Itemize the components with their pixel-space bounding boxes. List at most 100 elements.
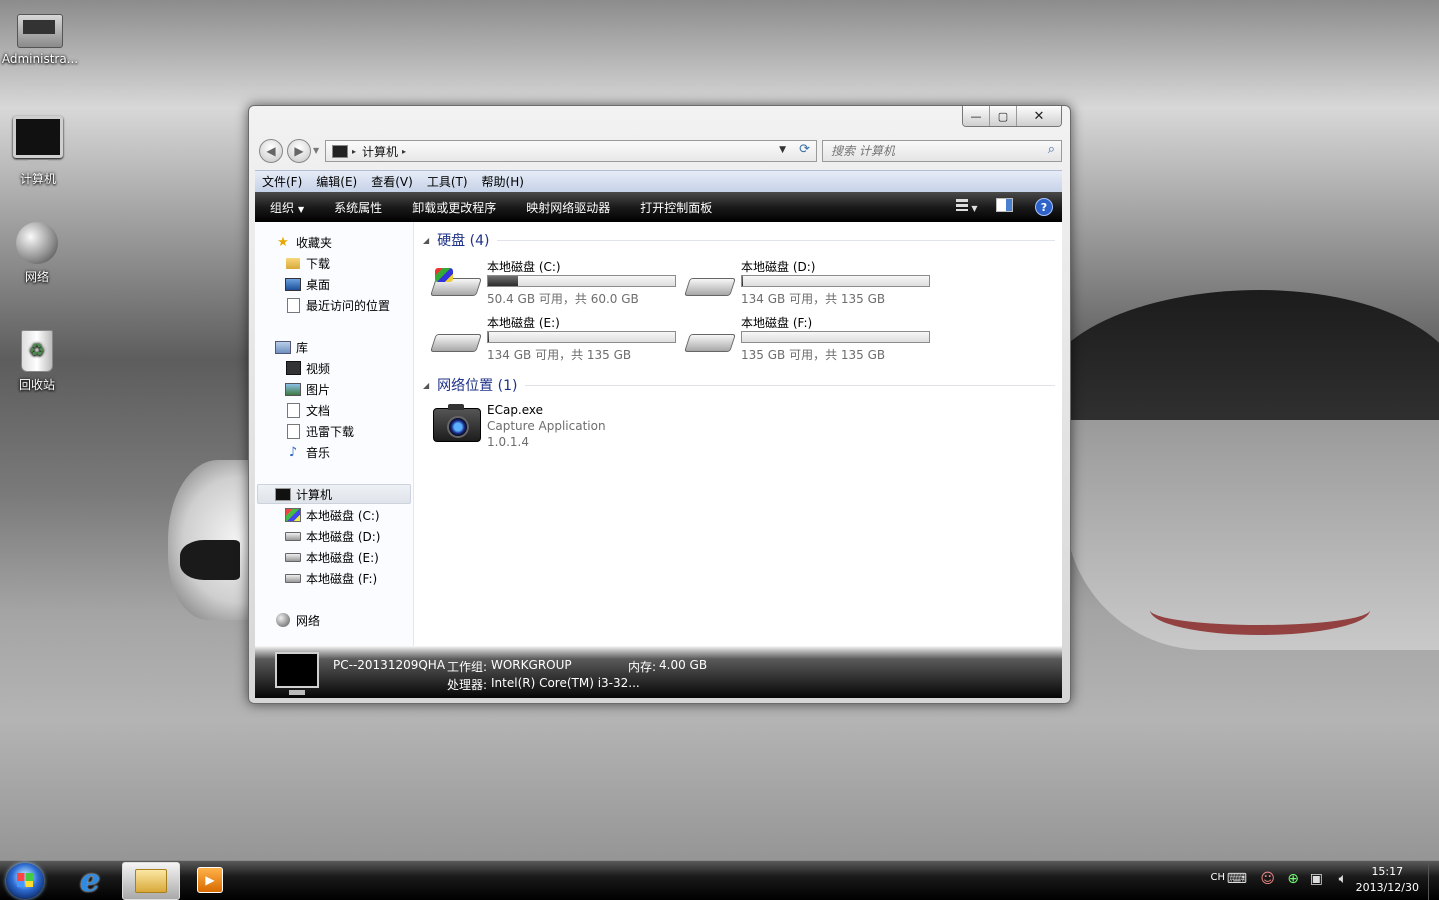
nav-item-drive-d[interactable]: 本地磁盘 (D:)	[285, 526, 380, 546]
drive-free-space: 134 GB 可用，共 135 GB	[741, 292, 886, 306]
preview-pane-button[interactable]	[982, 198, 1026, 216]
collapse-triangle-icon[interactable]: ◢	[423, 236, 429, 245]
menu-file[interactable]: 文件(F)	[255, 173, 309, 190]
collapse-triangle-icon[interactable]: ◢	[423, 381, 429, 390]
recent-pages-dropdown[interactable]: ▼	[313, 146, 319, 155]
menu-view[interactable]: 查看(V)	[364, 173, 420, 190]
taskbar-media-player[interactable]: ▶	[182, 862, 238, 898]
nav-favorites[interactable]: ★ 收藏夹	[275, 232, 332, 252]
search-icon[interactable]: ⌕	[1048, 142, 1055, 157]
nav-network[interactable]: 网络	[275, 610, 320, 630]
uninstall-program-button[interactable]: 卸载或更改程序	[397, 199, 511, 216]
search-input[interactable]	[829, 143, 1033, 159]
nav-item-recent-places[interactable]: 最近访问的位置	[285, 295, 390, 315]
drive-tile[interactable]: 本地磁盘 (D:) 134 GB 可用，共 135 GB	[684, 258, 937, 306]
drive-free-space: 135 GB 可用，共 135 GB	[741, 348, 886, 362]
desktop-icon-administrator[interactable]: Administra...	[0, 14, 80, 66]
drive-tile[interactable]: 本地磁盘 (F:) 135 GB 可用，共 135 GB	[684, 314, 937, 362]
drive-usage-bar	[741, 275, 930, 287]
group-divider	[497, 239, 1055, 241]
navigation-bar: ◀ ▶ ▼ ▸ 计算机 ▸ ▼ ⟳ ⌕	[257, 138, 1062, 163]
start-button[interactable]	[6, 863, 44, 899]
network-location-item[interactable]: ECap.exe Capture Application 1.0.1.4	[433, 402, 733, 456]
map-network-drive-button[interactable]: 映射网络驱动器	[511, 199, 625, 216]
download-library-icon	[285, 423, 301, 439]
back-button[interactable]: ◀	[259, 139, 283, 163]
nav-item-downloads[interactable]: 下载	[285, 253, 330, 273]
address-bar[interactable]: ▸ 计算机 ▸ ▼ ⟳	[325, 140, 817, 162]
nav-label: 本地磁盘 (C:)	[306, 508, 380, 523]
minimize-button[interactable]: —	[963, 106, 989, 126]
nav-label: 桌面	[306, 277, 331, 292]
desktop-icon-recycle-bin[interactable]: ♻ 回收站	[0, 330, 77, 393]
people-icon[interactable]: ☺	[1260, 871, 1275, 887]
drive-usage-fill	[488, 332, 490, 342]
taskbar-windows-explorer[interactable]	[122, 862, 180, 900]
arrow-right-icon: ▶	[294, 144, 304, 158]
media-player-icon: ▶	[197, 867, 223, 893]
green-plus-icon[interactable]: ⊕	[1287, 871, 1299, 887]
language-indicator[interactable]: CH	[1210, 872, 1225, 883]
network-item-description: Capture Application	[487, 419, 606, 433]
nav-label: 本地磁盘 (D:)	[306, 529, 381, 544]
breadcrumb-computer[interactable]: 计算机	[362, 143, 398, 160]
nav-libraries[interactable]: 库	[275, 337, 308, 357]
network-status-icon[interactable]: ▣	[1310, 871, 1323, 887]
search-box[interactable]: ⌕	[822, 140, 1062, 162]
nav-item-music[interactable]: ♪ 音乐	[285, 442, 330, 462]
desktop-icon-computer[interactable]: 计算机	[0, 116, 78, 187]
hard-drive-icon	[285, 550, 301, 564]
address-history-dropdown[interactable]: ▼	[779, 145, 786, 155]
wallpaper-road-stripe	[1150, 585, 1370, 635]
help-button[interactable]: ?	[1026, 198, 1062, 216]
drive-tile[interactable]: 本地磁盘 (C:) 50.4 GB 可用，共 60.0 GB	[430, 258, 683, 306]
taskbar-internet-explorer[interactable]: e	[62, 861, 118, 899]
menu-edit[interactable]: 编辑(E)	[309, 173, 364, 190]
navigation-pane: ★ 收藏夹 下载 桌面 最近访问的位置 库 视频 图片 文档 迅雷下载 ♪ 音乐…	[255, 222, 414, 646]
close-button[interactable]: ✕	[1016, 106, 1061, 126]
nav-label: 本地磁盘 (F:)	[306, 571, 378, 586]
nav-item-drive-e[interactable]: 本地磁盘 (E:)	[285, 547, 379, 567]
refresh-icon[interactable]: ⟳	[799, 142, 810, 157]
group-header-hard-disks[interactable]: ◢ 硬盘 (4)	[423, 230, 1055, 250]
breadcrumb-separator[interactable]: ▸	[402, 147, 406, 156]
content-area: ★ 收藏夹 下载 桌面 最近访问的位置 库 视频 图片 文档 迅雷下载 ♪ 音乐…	[255, 222, 1062, 646]
nav-item-drive-f[interactable]: 本地磁盘 (F:)	[285, 568, 377, 588]
nav-computer[interactable]: 计算机	[257, 484, 411, 504]
desktop-icon-network[interactable]: 网络	[0, 222, 77, 285]
open-control-panel-button[interactable]: 打开控制面板	[625, 199, 727, 216]
show-desktop-button[interactable]	[1428, 861, 1439, 900]
taskbar: e ▶ CH ⌨ ☺ ⊕ ▣ 🔈︎ 15:17 2013/12/30	[0, 860, 1439, 900]
nav-item-videos[interactable]: 视频	[285, 358, 330, 378]
keyboard-icon[interactable]: ⌨	[1227, 871, 1247, 887]
change-view-button[interactable]: ▼	[952, 199, 982, 215]
music-icon: ♪	[288, 444, 298, 460]
organize-button[interactable]: 组织 ▼	[255, 199, 319, 216]
desktop-icon-label: 网络	[24, 270, 49, 284]
volume-icon[interactable]: 🔈︎	[1339, 871, 1347, 887]
views-icon	[956, 199, 969, 211]
organize-label: 组织	[270, 200, 295, 215]
nav-item-documents[interactable]: 文档	[285, 400, 330, 420]
menu-tools[interactable]: 工具(T)	[420, 173, 475, 190]
system-properties-button[interactable]: 系统属性	[319, 199, 397, 216]
internet-explorer-icon: e	[79, 861, 101, 899]
nav-item-drive-c[interactable]: 本地磁盘 (C:)	[285, 505, 380, 525]
system-clock[interactable]: 15:17 2013/12/30	[1356, 864, 1419, 896]
hard-drive-icon	[684, 272, 736, 296]
system-drive-icon	[285, 508, 301, 522]
maximize-button[interactable]: ▢	[989, 106, 1016, 126]
drive-tile[interactable]: 本地磁盘 (E:) 134 GB 可用，共 135 GB	[430, 314, 683, 362]
nav-item-desktop[interactable]: 桌面	[285, 274, 330, 294]
nav-label: 音乐	[306, 445, 331, 460]
group-header-network-locations[interactable]: ◢ 网络位置 (1)	[423, 375, 1055, 395]
menu-help[interactable]: 帮助(H)	[475, 173, 531, 190]
drive-name: 本地磁盘 (C:)	[487, 260, 561, 274]
drive-free-space: 50.4 GB 可用，共 60.0 GB	[487, 292, 639, 306]
hard-drive-icon	[684, 328, 736, 352]
nav-item-thunder-downloads[interactable]: 迅雷下载	[285, 421, 354, 441]
nav-item-pictures[interactable]: 图片	[285, 379, 330, 399]
drive-usage-fill	[742, 276, 744, 286]
forward-button[interactable]: ▶	[287, 139, 311, 163]
breadcrumb-separator[interactable]: ▸	[352, 147, 356, 156]
